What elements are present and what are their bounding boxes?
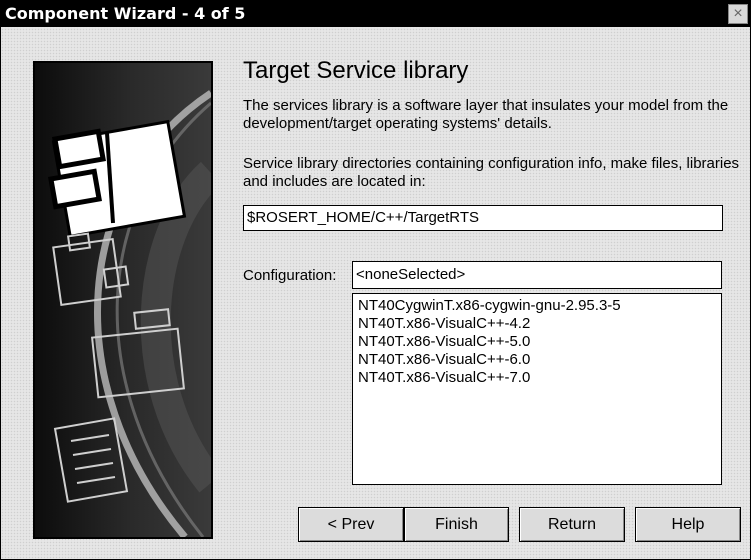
close-icon: × xyxy=(733,5,743,22)
list-item[interactable]: NT40T.x86-VisualC++-4.2 xyxy=(358,315,716,333)
help-button[interactable]: Help xyxy=(635,507,741,542)
directories-description: Service library directories containing c… xyxy=(243,155,740,190)
window-title: Component Wizard - 4 of 5 xyxy=(5,4,246,23)
component-wizard-window: Component Wizard - 4 of 5 × Target Servi… xyxy=(0,0,751,560)
wizard-graphic-art xyxy=(35,63,211,537)
list-item[interactable]: NT40CygwinT.x86-cygwin-gnu-2.95.3-5 xyxy=(358,297,716,315)
component-logo-icon xyxy=(48,119,187,239)
wizard-side-graphic xyxy=(33,61,213,539)
configuration-label: Configuration: xyxy=(243,267,337,284)
list-item[interactable]: NT40T.x86-VisualC++-6.0 xyxy=(358,351,716,369)
list-item[interactable]: NT40T.x86-VisualC++-5.0 xyxy=(358,333,716,351)
close-button[interactable]: × xyxy=(728,4,748,24)
page-title: Target Service library xyxy=(243,57,469,84)
configuration-list[interactable]: NT40CygwinT.x86-cygwin-gnu-2.95.3-5 NT40… xyxy=(352,293,722,485)
finish-button[interactable]: Finish xyxy=(404,507,509,542)
title-bar[interactable]: Component Wizard - 4 of 5 × xyxy=(1,1,750,27)
library-path-input[interactable]: $ROSERT_HOME/C++/TargetRTS xyxy=(243,205,723,231)
prev-button[interactable]: < Prev xyxy=(298,507,404,542)
configuration-selected-field[interactable]: <noneSelected> xyxy=(352,261,722,289)
list-item[interactable]: NT40T.x86-VisualC++-7.0 xyxy=(358,369,716,387)
return-button[interactable]: Return xyxy=(519,507,625,542)
services-description: The services library is a software layer… xyxy=(243,97,729,132)
